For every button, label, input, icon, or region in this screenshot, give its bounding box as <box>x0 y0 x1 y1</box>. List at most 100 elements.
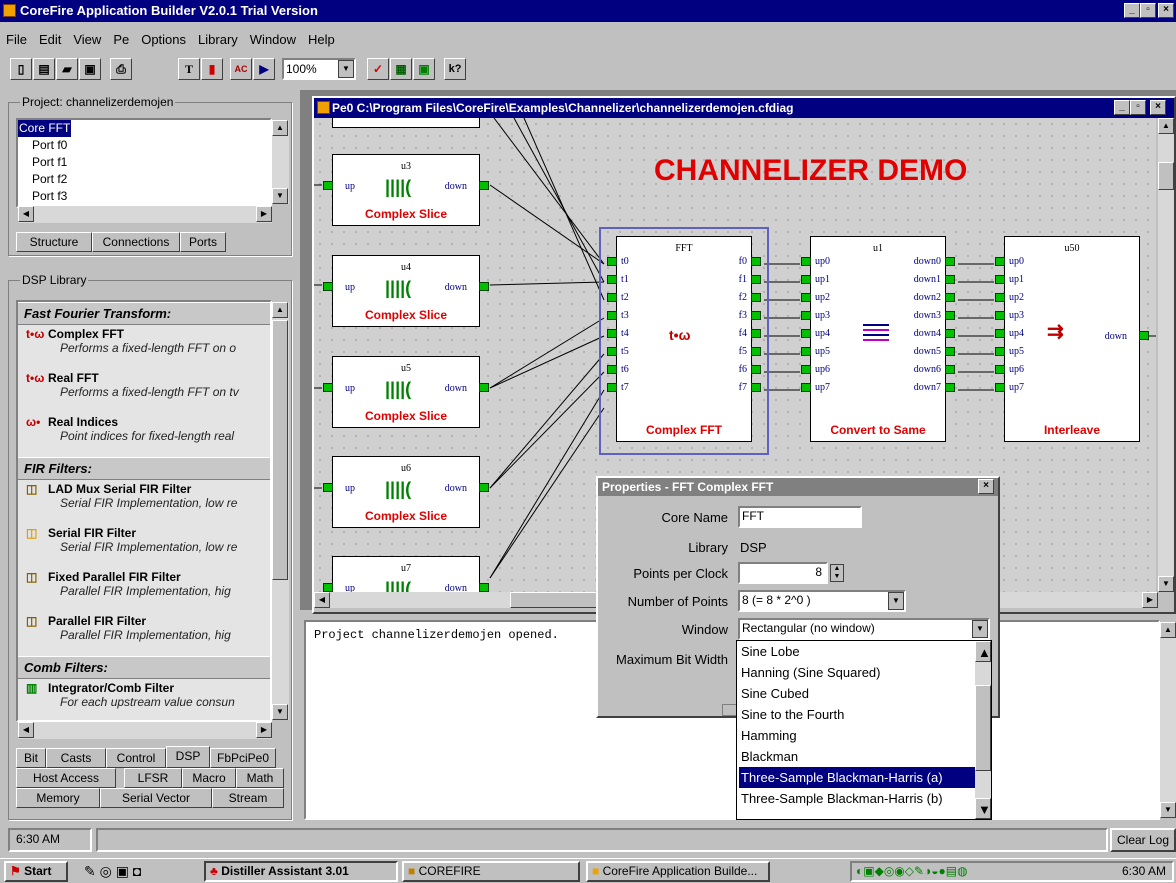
port-up1[interactable] <box>995 275 1005 284</box>
block-partial[interactable] <box>332 118 480 128</box>
port-down4[interactable] <box>945 329 955 338</box>
port-t6[interactable] <box>607 365 617 374</box>
ppc-field[interactable]: 8 <box>738 562 828 584</box>
tab-lfsr[interactable]: LFSR <box>124 768 182 788</box>
diagram-vscrollbar[interactable]: ▲ ▼ <box>1158 118 1174 592</box>
port-up[interactable] <box>323 181 333 190</box>
port-up7[interactable] <box>995 383 1005 392</box>
port-t7[interactable] <box>607 383 617 392</box>
port-up3[interactable] <box>995 311 1005 320</box>
dropdown-option[interactable]: Hanning (Sine Squared) <box>739 662 975 683</box>
window-dropdown-list[interactable]: Sine Lobe Hanning (Sine Squared) Sine Cube… <box>736 640 992 820</box>
port-down[interactable] <box>479 583 489 592</box>
dropdown-option[interactable]: Sine to the Fourth <box>739 704 975 725</box>
tab-structure[interactable]: Structure <box>16 232 92 252</box>
port-up1[interactable] <box>801 275 811 284</box>
hierarchy-icon[interactable]: ▦ <box>390 58 412 80</box>
port-up0[interactable] <box>801 257 811 266</box>
tab-casts[interactable]: Casts <box>46 748 106 768</box>
port-down[interactable] <box>1139 331 1149 340</box>
nop-select[interactable]: 8 (= 8 * 2^0 ) ▼ <box>738 590 906 612</box>
tab-host-access[interactable]: Host Access <box>16 768 116 788</box>
open-folder-icon[interactable]: ▰ <box>56 58 78 80</box>
port-up3[interactable] <box>801 311 811 320</box>
lib-item-parallel-fir[interactable]: ◫ Parallel FIR Filter Parallel FIR Impleme… <box>18 612 270 656</box>
lib-item-serial-fir[interactable]: ◫ Serial FIR Filter Serial FIR Implementat… <box>18 524 270 568</box>
scroll-left-icon[interactable]: ◀ <box>18 206 34 222</box>
scroll-down-icon[interactable]: ▼ <box>1158 576 1174 592</box>
dropdown-option[interactable]: Sine Lobe <box>739 641 975 662</box>
port-t1[interactable] <box>607 275 617 284</box>
menu-window[interactable]: Window <box>244 30 302 50</box>
new-file-icon[interactable]: ▯ <box>10 58 32 80</box>
close-button[interactable]: × <box>1158 3 1174 18</box>
block-complex-slice[interactable]: u4 ||||( up down Complex Slice <box>323 255 489 327</box>
scroll-up-icon[interactable]: ▲ <box>272 302 288 318</box>
tab-stream[interactable]: Stream <box>212 788 284 808</box>
tab-control[interactable]: Control <box>106 748 166 768</box>
check-icon[interactable]: ✓ <box>367 58 389 80</box>
menu-file[interactable]: File <box>0 30 33 50</box>
port-up4[interactable] <box>995 329 1005 338</box>
run-icon[interactable]: ▶ <box>253 58 275 80</box>
properties-close-button[interactable]: × <box>978 479 994 494</box>
lib-item-real-fft[interactable]: t•ω Real FFT Performs a fixed-length FFT o… <box>18 369 270 413</box>
diagram-close-button[interactable]: × <box>1150 100 1166 115</box>
block-convert-to-same[interactable]: u1 Convert to Same up0 up1 up2 up3 up4 up5 up6… <box>801 236 955 442</box>
dropdown-scrollbar[interactable]: ▲ ▼ <box>975 641 991 819</box>
block-interleave[interactable]: u50 ⇉ down Interleave up0 up1 up2 up3 up4 up5… <box>995 236 1149 442</box>
port-up[interactable] <box>323 483 333 492</box>
port-up2[interactable] <box>995 293 1005 302</box>
zoom-select[interactable]: 100% ▼ <box>282 58 356 80</box>
menu-library[interactable]: Library <box>192 30 244 50</box>
scroll-up-icon[interactable]: ▲ <box>975 641 991 662</box>
scroll-right-icon[interactable]: ▶ <box>1142 592 1158 608</box>
port-up[interactable] <box>323 383 333 392</box>
port-down6[interactable] <box>945 365 955 374</box>
diagram-minimize-button[interactable]: _ <box>1114 100 1130 115</box>
port-down[interactable] <box>479 181 489 190</box>
tree-item-port[interactable]: Port f3 <box>18 188 270 205</box>
dropdown-option[interactable]: Three-Sample Blackman-Harris (b) <box>739 788 975 809</box>
port-t0[interactable] <box>607 257 617 266</box>
maximize-button[interactable]: ▫ <box>1140 3 1156 18</box>
dropdown-option[interactable]: Blackman <box>739 746 975 767</box>
scroll-down-icon[interactable]: ▼ <box>1160 802 1176 818</box>
tab-connections[interactable]: Connections <box>92 232 180 252</box>
port-down[interactable] <box>479 383 489 392</box>
tab-ports[interactable]: Ports <box>180 232 226 252</box>
tab-serial-vector[interactable]: Serial Vector <box>100 788 212 808</box>
task-distiller[interactable]: ♣ Distiller Assistant 3.01 <box>204 861 398 882</box>
clear-log-button[interactable]: Clear Log <box>1110 828 1176 852</box>
port-up7[interactable] <box>801 383 811 392</box>
monitor-icon[interactable]: ▣ <box>413 58 435 80</box>
block-complex-slice[interactable]: u6 ||||( up down Complex Slice <box>323 456 489 528</box>
task-corefire[interactable]: ■ COREFIRE <box>402 861 580 882</box>
block-complex-slice[interactable]: u7 ||||( up down <box>323 556 489 592</box>
port-down[interactable] <box>479 483 489 492</box>
port-f5[interactable] <box>751 347 761 356</box>
tree-hscrollbar[interactable]: ◀ ▶ <box>18 206 272 223</box>
port-down1[interactable] <box>945 275 955 284</box>
window-select[interactable]: Rectangular (no window) ▼ <box>738 618 990 640</box>
block-complex-fft[interactable]: FFT t•ω Complex FFT t0 t1 t2 t3 t4 t5 t6 t7 f0 f1… <box>607 236 761 442</box>
lib-item-integrator-comb[interactable]: ▥ Integrator/Comb Filter For each upstream… <box>18 679 270 720</box>
dropdown-option[interactable]: Hamming <box>739 725 975 746</box>
ac-icon[interactable]: AC <box>230 58 252 80</box>
library-scrollbar[interactable]: ▲ ▼ <box>272 302 289 720</box>
tab-memory[interactable]: Memory <box>16 788 100 808</box>
tab-bit[interactable]: Bit <box>16 748 46 768</box>
print-icon[interactable]: ⎙ <box>110 58 132 80</box>
port-t5[interactable] <box>607 347 617 356</box>
tab-fbpcipe0[interactable]: FbPciPe0 <box>210 748 276 768</box>
port-f7[interactable] <box>751 383 761 392</box>
start-button[interactable]: ⚑ Start <box>4 861 68 882</box>
dropdown-option[interactable]: Sine Cubed <box>739 683 975 704</box>
save-icon[interactable]: ▣ <box>79 58 101 80</box>
scroll-up-icon[interactable]: ▲ <box>1160 622 1176 638</box>
text-tool-button[interactable]: T <box>178 58 200 80</box>
scroll-left-icon[interactable]: ◀ <box>314 592 330 608</box>
tree-scrollbar[interactable]: ▲ ▼ <box>272 120 289 204</box>
port-t3[interactable] <box>607 311 617 320</box>
port-up6[interactable] <box>801 365 811 374</box>
